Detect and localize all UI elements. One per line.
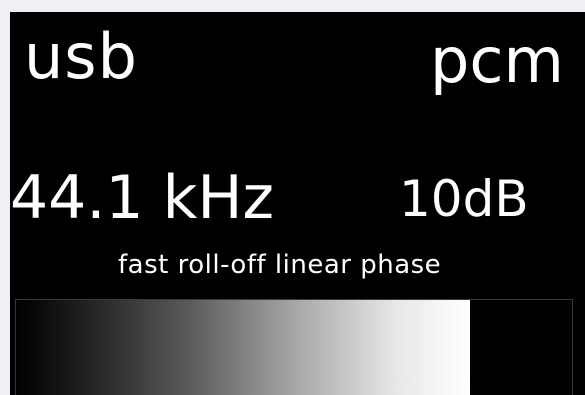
input-source-label: usb [24,20,138,93]
audio-format-label: pcm [430,24,564,97]
volume-level-meter-fill [16,300,471,395]
filter-mode-label: fast roll-off linear phase [118,250,442,280]
volume-level-label: 10dB [399,170,529,228]
dac-display-screen: usb pcm 44.1 kHz 10dB fast roll-off line… [10,12,585,395]
sample-rate-label: 44.1 kHz [10,163,275,233]
volume-level-meter [15,299,573,395]
